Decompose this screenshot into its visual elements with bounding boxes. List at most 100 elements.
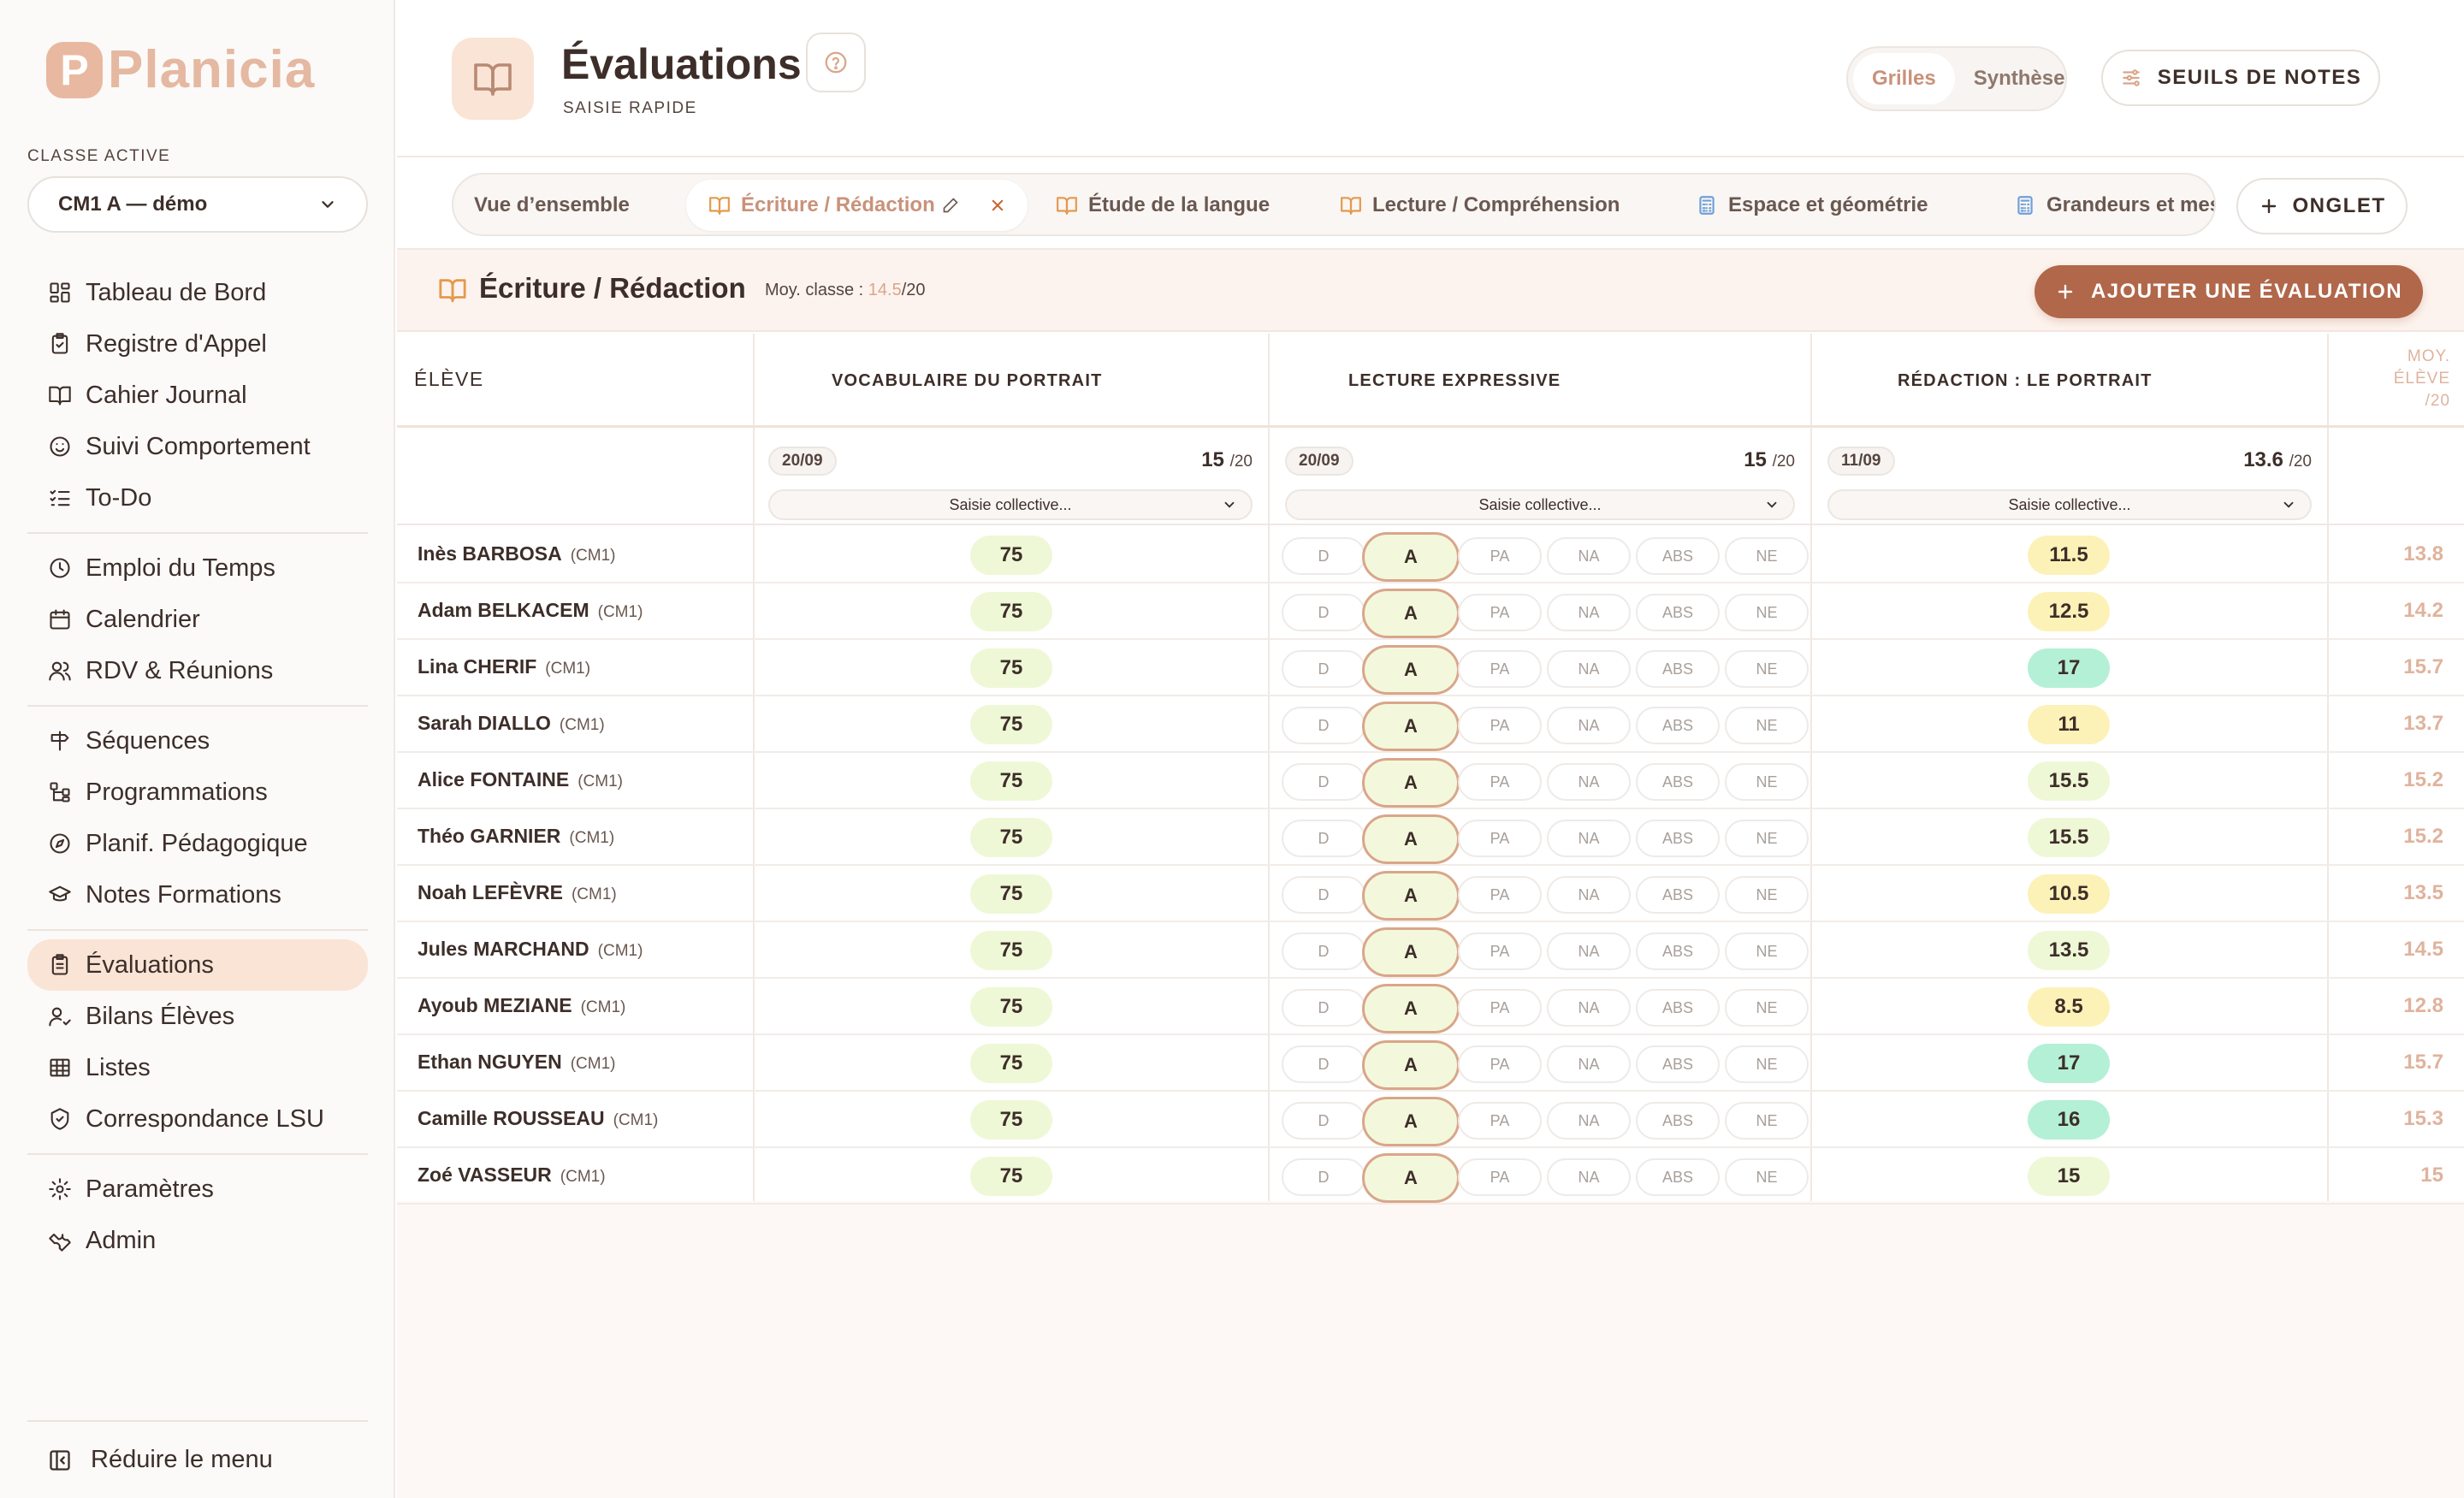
level-option-pa[interactable]: PA	[1458, 820, 1542, 857]
grade-cell-3[interactable]: 15.5	[2028, 818, 2110, 857]
sidebar-item-to-do[interactable]: To-Do	[27, 472, 368, 524]
tab-grandeurs-et-mesures[interactable]: Grandeurs et mesures	[2014, 180, 2214, 231]
level-option-abs[interactable]: ABS	[1636, 876, 1720, 914]
grade-cell-3[interactable]: 8.5	[2028, 987, 2110, 1027]
sidebar-item-suivi-comportement[interactable]: Suivi Comportement	[27, 421, 368, 472]
level-option-abs[interactable]: ABS	[1636, 707, 1720, 744]
sidebar-item-programmations[interactable]: Programmations	[27, 767, 368, 818]
add-evaluation-button[interactable]: AJOUTER UNE ÉVALUATION	[2035, 265, 2423, 318]
level-option-ne[interactable]: NE	[1725, 537, 1809, 575]
level-option-abs[interactable]: ABS	[1636, 1102, 1720, 1140]
sidebar-item-rdv-reunions[interactable]: RDV & Réunions	[27, 645, 368, 696]
level-option-d[interactable]: D	[1282, 989, 1365, 1027]
grade-cell-1[interactable]: 75	[970, 818, 1052, 857]
level-option-ne[interactable]: NE	[1725, 933, 1809, 970]
level-option-abs[interactable]: ABS	[1636, 933, 1720, 970]
grade-cell-3[interactable]: 13.5	[2028, 931, 2110, 970]
sidebar-item-cahier-journal[interactable]: Cahier Journal	[27, 370, 368, 421]
sidebar-item-calendrier[interactable]: Calendrier	[27, 594, 368, 645]
grade-cell-1[interactable]: 75	[970, 592, 1052, 631]
grade-cell-3[interactable]: 15.5	[2028, 761, 2110, 801]
student-name[interactable]: Lina CHERIF (CM1)	[418, 655, 590, 678]
level-option-pa[interactable]: PA	[1458, 933, 1542, 970]
level-option-a[interactable]: A	[1362, 1097, 1460, 1146]
reduce-menu-button[interactable]: Réduire le menu	[27, 1420, 368, 1474]
level-option-d[interactable]: D	[1282, 650, 1365, 688]
level-option-a[interactable]: A	[1362, 645, 1460, 695]
level-option-d[interactable]: D	[1282, 820, 1365, 857]
collective-entry-select-1[interactable]: Saisie collective...	[768, 489, 1253, 520]
grade-cell-1[interactable]: 75	[970, 987, 1052, 1027]
level-option-a[interactable]: A	[1362, 814, 1460, 864]
grade-cell-1[interactable]: 75	[970, 1100, 1052, 1140]
student-name[interactable]: Ayoub MEZIANE (CM1)	[418, 994, 625, 1017]
pencil-icon[interactable]	[942, 197, 959, 214]
level-option-pa[interactable]: PA	[1458, 876, 1542, 914]
level-option-d[interactable]: D	[1282, 933, 1365, 970]
student-name[interactable]: Noah LEFÈVRE (CM1)	[418, 881, 617, 904]
level-option-a[interactable]: A	[1362, 1040, 1460, 1090]
sidebar-item-registre-d-appel[interactable]: Registre d'Appel	[27, 318, 368, 370]
view-synthese-button[interactable]: Synthèse	[1955, 53, 2084, 104]
level-option-pa[interactable]: PA	[1458, 1102, 1542, 1140]
grade-cell-1[interactable]: 75	[970, 761, 1052, 801]
level-option-abs[interactable]: ABS	[1636, 537, 1720, 575]
app-logo[interactable]: P Planicia	[46, 39, 315, 100]
level-option-abs[interactable]: ABS	[1636, 1158, 1720, 1196]
eval-header-3[interactable]: RÉDACTION : LE PORTRAIT	[1898, 371, 2153, 391]
sidebar-item-admin[interactable]: Admin	[27, 1215, 368, 1266]
grade-cell-3[interactable]: 11.5	[2028, 536, 2110, 575]
level-option-a[interactable]: A	[1362, 532, 1460, 582]
add-tab-button[interactable]: ONGLET	[2236, 178, 2408, 234]
grade-cell-1[interactable]: 75	[970, 1044, 1052, 1083]
level-option-a[interactable]: A	[1362, 984, 1460, 1033]
level-option-na[interactable]: NA	[1547, 707, 1631, 744]
level-option-na[interactable]: NA	[1547, 763, 1631, 801]
level-option-ne[interactable]: NE	[1725, 989, 1809, 1027]
grade-cell-3[interactable]: 11	[2028, 705, 2110, 744]
student-name[interactable]: Ethan NGUYEN (CM1)	[418, 1051, 615, 1074]
level-option-na[interactable]: NA	[1547, 594, 1631, 631]
level-option-pa[interactable]: PA	[1458, 594, 1542, 631]
grade-cell-3[interactable]: 15	[2028, 1157, 2110, 1196]
level-option-a[interactable]: A	[1362, 871, 1460, 921]
sidebar-item-emploi-du-temps[interactable]: Emploi du Temps	[27, 542, 368, 594]
level-option-pa[interactable]: PA	[1458, 763, 1542, 801]
level-option-abs[interactable]: ABS	[1636, 989, 1720, 1027]
level-option-ne[interactable]: NE	[1725, 650, 1809, 688]
level-option-na[interactable]: NA	[1547, 1102, 1631, 1140]
level-option-na[interactable]: NA	[1547, 820, 1631, 857]
grade-cell-1[interactable]: 75	[970, 931, 1052, 970]
sidebar-item-evaluations[interactable]: Évaluations	[27, 939, 368, 991]
grade-cell-3[interactable]: 12.5	[2028, 592, 2110, 631]
level-option-ne[interactable]: NE	[1725, 707, 1809, 744]
level-option-na[interactable]: NA	[1547, 537, 1631, 575]
level-option-d[interactable]: D	[1282, 537, 1365, 575]
student-name[interactable]: Sarah DIALLO (CM1)	[418, 712, 605, 735]
sidebar-item-notes-formations[interactable]: Notes Formations	[27, 869, 368, 921]
level-option-a[interactable]: A	[1362, 1153, 1460, 1203]
grade-cell-3[interactable]: 10.5	[2028, 874, 2110, 914]
level-option-abs[interactable]: ABS	[1636, 820, 1720, 857]
grade-cell-1[interactable]: 75	[970, 705, 1052, 744]
active-class-select[interactable]: CM1 A — démo	[27, 176, 368, 233]
level-option-na[interactable]: NA	[1547, 1045, 1631, 1083]
level-option-d[interactable]: D	[1282, 763, 1365, 801]
tab-vue-d-ensemble[interactable]: Vue d’ensemble	[474, 180, 630, 231]
level-option-na[interactable]: NA	[1547, 933, 1631, 970]
level-option-ne[interactable]: NE	[1725, 1102, 1809, 1140]
level-option-ne[interactable]: NE	[1725, 820, 1809, 857]
student-name[interactable]: Zoé VASSEUR (CM1)	[418, 1163, 606, 1187]
sidebar-item-correspondance-lsu[interactable]: Correspondance LSU	[27, 1093, 368, 1145]
grade-cell-1[interactable]: 75	[970, 1157, 1052, 1196]
student-name[interactable]: Jules MARCHAND (CM1)	[418, 938, 643, 961]
sidebar-item-tableau-de-bord[interactable]: Tableau de Bord	[27, 267, 368, 318]
grade-cell-3[interactable]: 16	[2028, 1100, 2110, 1140]
help-button[interactable]	[806, 33, 866, 92]
level-option-ne[interactable]: NE	[1725, 594, 1809, 631]
eval-header-1[interactable]: VOCABULAIRE DU PORTRAIT	[832, 371, 1103, 391]
level-option-pa[interactable]: PA	[1458, 1158, 1542, 1196]
sidebar-item-sequences[interactable]: Séquences	[27, 715, 368, 767]
level-option-d[interactable]: D	[1282, 594, 1365, 631]
level-option-d[interactable]: D	[1282, 1102, 1365, 1140]
